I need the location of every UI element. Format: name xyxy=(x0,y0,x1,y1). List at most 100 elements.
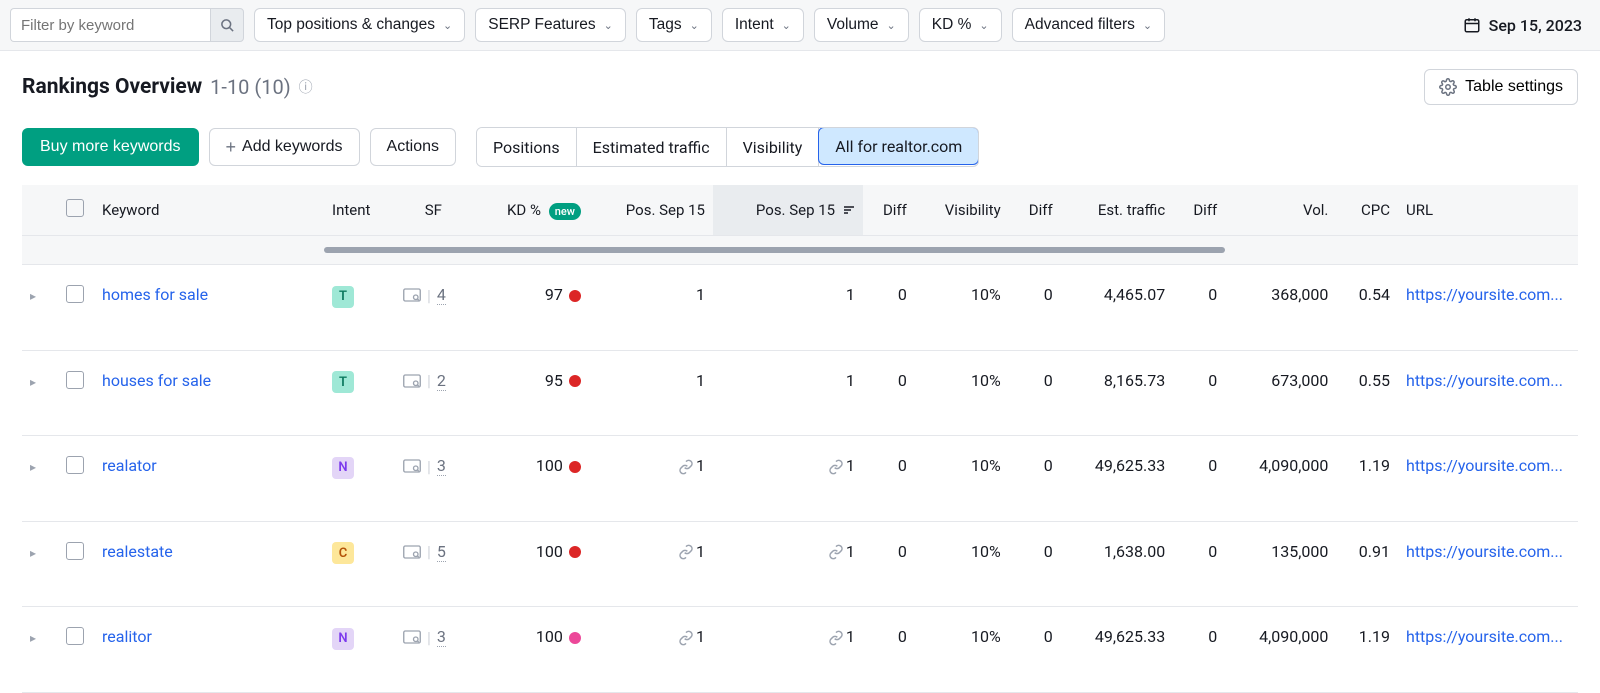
actions-button[interactable]: Actions xyxy=(370,128,456,166)
diff1-value: 0 xyxy=(863,607,915,693)
traffic-value: 4,465.07 xyxy=(1061,265,1174,351)
url-link[interactable]: https://yoursite.com... xyxy=(1406,627,1563,646)
filter-intent[interactable]: Intent⌄ xyxy=(722,8,804,42)
table-row: ▸ realestate C |5 100 1 1 0 10% 0 1,638.… xyxy=(22,521,1578,607)
rankings-table: Keyword Intent SF KD % new Pos. Sep 15 P… xyxy=(22,185,1578,693)
intent-badge: C xyxy=(332,542,354,564)
pos1-value: 1 xyxy=(589,436,713,522)
tab-positions[interactable]: Positions xyxy=(477,128,577,166)
url-link[interactable]: https://yoursite.com... xyxy=(1406,371,1563,390)
col-visibility[interactable]: Visibility xyxy=(915,185,1009,236)
pos1-value: 1 xyxy=(589,607,713,693)
date-picker[interactable]: Sep 15, 2023 xyxy=(1455,16,1590,35)
url-link[interactable]: https://yoursite.com... xyxy=(1406,285,1563,304)
cpc-value: 0.54 xyxy=(1336,265,1398,351)
filter-serp-features[interactable]: SERP Features⌄ xyxy=(475,8,626,42)
kd-dot-icon xyxy=(569,546,581,558)
col-diff1[interactable]: Diff xyxy=(863,185,915,236)
cpc-value: 0.55 xyxy=(1336,350,1398,436)
row-checkbox[interactable] xyxy=(66,371,84,389)
cpc-value: 1.19 xyxy=(1336,436,1398,522)
select-all-checkbox[interactable] xyxy=(66,199,84,217)
diff2-value: 0 xyxy=(1009,521,1061,607)
sort-icon xyxy=(843,201,855,219)
keyword-link[interactable]: realitor xyxy=(102,627,152,646)
pos1-value: 1 xyxy=(589,350,713,436)
serp-features[interactable]: |3 xyxy=(403,627,464,647)
diff1-value: 0 xyxy=(863,350,915,436)
pos2-value: 1 xyxy=(713,265,863,351)
filter-advanced-filters[interactable]: Advanced filters⌄ xyxy=(1012,8,1166,42)
chevron-down-icon: ⌄ xyxy=(1143,19,1152,32)
horizontal-scroll-indicator[interactable] xyxy=(324,247,1225,253)
tab-estimated-traffic[interactable]: Estimated traffic xyxy=(577,128,727,166)
pos1-value: 1 xyxy=(589,521,713,607)
url-link[interactable]: https://yoursite.com... xyxy=(1406,456,1563,475)
plus-icon: + xyxy=(226,137,237,158)
chevron-down-icon: ⌄ xyxy=(887,19,896,32)
url-link[interactable]: https://yoursite.com... xyxy=(1406,542,1563,561)
tab-visibility[interactable]: Visibility xyxy=(727,128,820,166)
col-pos1[interactable]: Pos. Sep 15 xyxy=(589,185,713,236)
expand-row-icon[interactable]: ▸ xyxy=(30,289,36,303)
col-kd[interactable]: KD % new xyxy=(472,185,589,236)
keyword-link[interactable]: houses for sale xyxy=(102,371,211,390)
cpc-value: 0.91 xyxy=(1336,521,1398,607)
intent-badge: N xyxy=(332,457,354,479)
col-keyword[interactable]: Keyword xyxy=(94,185,324,236)
filter-volume[interactable]: Volume⌄ xyxy=(814,8,909,42)
serp-features[interactable]: |4 xyxy=(403,285,464,305)
row-checkbox[interactable] xyxy=(66,285,84,303)
serp-features[interactable]: |5 xyxy=(403,542,464,562)
expand-row-icon[interactable]: ▸ xyxy=(30,631,36,645)
col-intent[interactable]: Intent xyxy=(324,185,395,236)
diff2-value: 0 xyxy=(1009,607,1061,693)
keyword-link[interactable]: realestate xyxy=(102,542,173,561)
date-label: Sep 15, 2023 xyxy=(1489,16,1582,35)
buy-keywords-button[interactable]: Buy more keywords xyxy=(22,128,199,166)
visibility-value: 10% xyxy=(915,607,1009,693)
serp-features[interactable]: |3 xyxy=(403,456,464,476)
filter-tags[interactable]: Tags⌄ xyxy=(636,8,712,42)
col-sf[interactable]: SF xyxy=(395,185,472,236)
diff3-value: 0 xyxy=(1173,436,1225,522)
visibility-value: 10% xyxy=(915,265,1009,351)
kd-dot-icon xyxy=(569,290,581,302)
keyword-filter-input[interactable] xyxy=(10,8,210,42)
col-cpc[interactable]: CPC xyxy=(1336,185,1398,236)
row-checkbox[interactable] xyxy=(66,627,84,645)
serp-features[interactable]: |2 xyxy=(403,371,464,391)
kd-value: 97 xyxy=(472,265,589,351)
info-icon[interactable]: ⓘ xyxy=(299,77,313,97)
tab-all-for-realtor-com[interactable]: All for realtor.com xyxy=(818,127,979,165)
intent-badge: T xyxy=(332,371,354,393)
pos2-value: 1 xyxy=(713,521,863,607)
pos1-value: 1 xyxy=(589,265,713,351)
col-url[interactable]: URL xyxy=(1398,185,1578,236)
expand-row-icon[interactable]: ▸ xyxy=(30,375,36,389)
filter-kd-[interactable]: KD %⌄ xyxy=(919,8,1002,42)
vol-value: 368,000 xyxy=(1225,265,1336,351)
table-row: ▸ realitor N |3 100 1 1 0 10% 0 49,625.3… xyxy=(22,607,1578,693)
kd-dot-icon xyxy=(569,375,581,387)
col-pos2[interactable]: Pos. Sep 15 xyxy=(713,185,863,236)
chevron-down-icon: ⌄ xyxy=(604,19,613,32)
row-checkbox[interactable] xyxy=(66,456,84,474)
col-est-traffic[interactable]: Est. traffic xyxy=(1061,185,1174,236)
view-tabs: PositionsEstimated trafficVisibilityAll … xyxy=(476,127,979,167)
gear-icon xyxy=(1439,78,1457,96)
row-checkbox[interactable] xyxy=(66,542,84,560)
keyword-link[interactable]: realator xyxy=(102,456,157,475)
filter-top-positions-changes[interactable]: Top positions & changes⌄ xyxy=(254,8,465,42)
table-settings-button[interactable]: Table settings xyxy=(1424,69,1578,105)
col-diff2[interactable]: Diff xyxy=(1009,185,1061,236)
search-button[interactable] xyxy=(210,8,244,42)
col-vol[interactable]: Vol. xyxy=(1225,185,1336,236)
keyword-link[interactable]: homes for sale xyxy=(102,285,208,304)
expand-row-icon[interactable]: ▸ xyxy=(30,546,36,560)
kd-dot-icon xyxy=(569,461,581,473)
expand-row-icon[interactable]: ▸ xyxy=(30,460,36,474)
col-diff3[interactable]: Diff xyxy=(1173,185,1225,236)
chevron-down-icon: ⌄ xyxy=(782,19,791,32)
add-keywords-button[interactable]: + Add keywords xyxy=(209,128,360,166)
